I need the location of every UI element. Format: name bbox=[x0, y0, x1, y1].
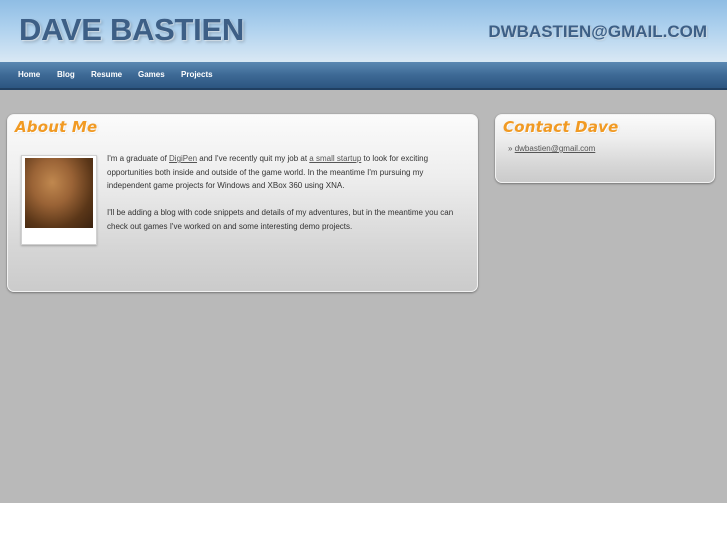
about-text-1a: I'm a graduate of bbox=[107, 154, 170, 163]
nav-home[interactable]: Home bbox=[18, 70, 40, 79]
nav-blog[interactable]: Blog bbox=[57, 70, 75, 79]
about-heading: About Me bbox=[15, 118, 98, 136]
header-email[interactable]: DWBASTIEN@GMAIL.COM bbox=[488, 22, 707, 42]
site-header: DAVE BASTIEN DWBASTIEN@GMAIL.COM bbox=[0, 0, 727, 62]
startup-link[interactable]: a small startup bbox=[309, 154, 361, 163]
page-background: DAVE BASTIEN DWBASTIEN@GMAIL.COM Home Bl… bbox=[0, 0, 727, 503]
about-paragraph-2: I'll be adding a blog with code snippets… bbox=[107, 208, 454, 231]
about-panel: About Me I'm a graduate of DigiPen and I… bbox=[7, 114, 478, 292]
profile-photo-frame bbox=[21, 155, 97, 245]
contact-heading: Contact Dave bbox=[503, 118, 619, 136]
site-title[interactable]: DAVE BASTIEN bbox=[19, 12, 244, 48]
about-paragraph-1: I'm a graduate of DigiPen and I've recen… bbox=[107, 152, 469, 193]
about-text-1b: and I've recently quit my job at bbox=[197, 154, 310, 163]
profile-photo bbox=[25, 158, 93, 228]
nav-games[interactable]: Games bbox=[138, 70, 165, 79]
bullet-icon: » bbox=[508, 144, 513, 153]
contact-panel: Contact Dave » dwbastien@gmail.com bbox=[495, 114, 715, 183]
nav-projects[interactable]: Projects bbox=[181, 70, 213, 79]
digipen-link[interactable]: DigiPen bbox=[169, 154, 197, 163]
nav-resume[interactable]: Resume bbox=[91, 70, 122, 79]
main-navigation: Home Blog Resume Games Projects bbox=[0, 62, 727, 90]
contact-email-row: » dwbastien@gmail.com bbox=[508, 144, 595, 153]
contact-email-link[interactable]: dwbastien@gmail.com bbox=[515, 144, 596, 153]
